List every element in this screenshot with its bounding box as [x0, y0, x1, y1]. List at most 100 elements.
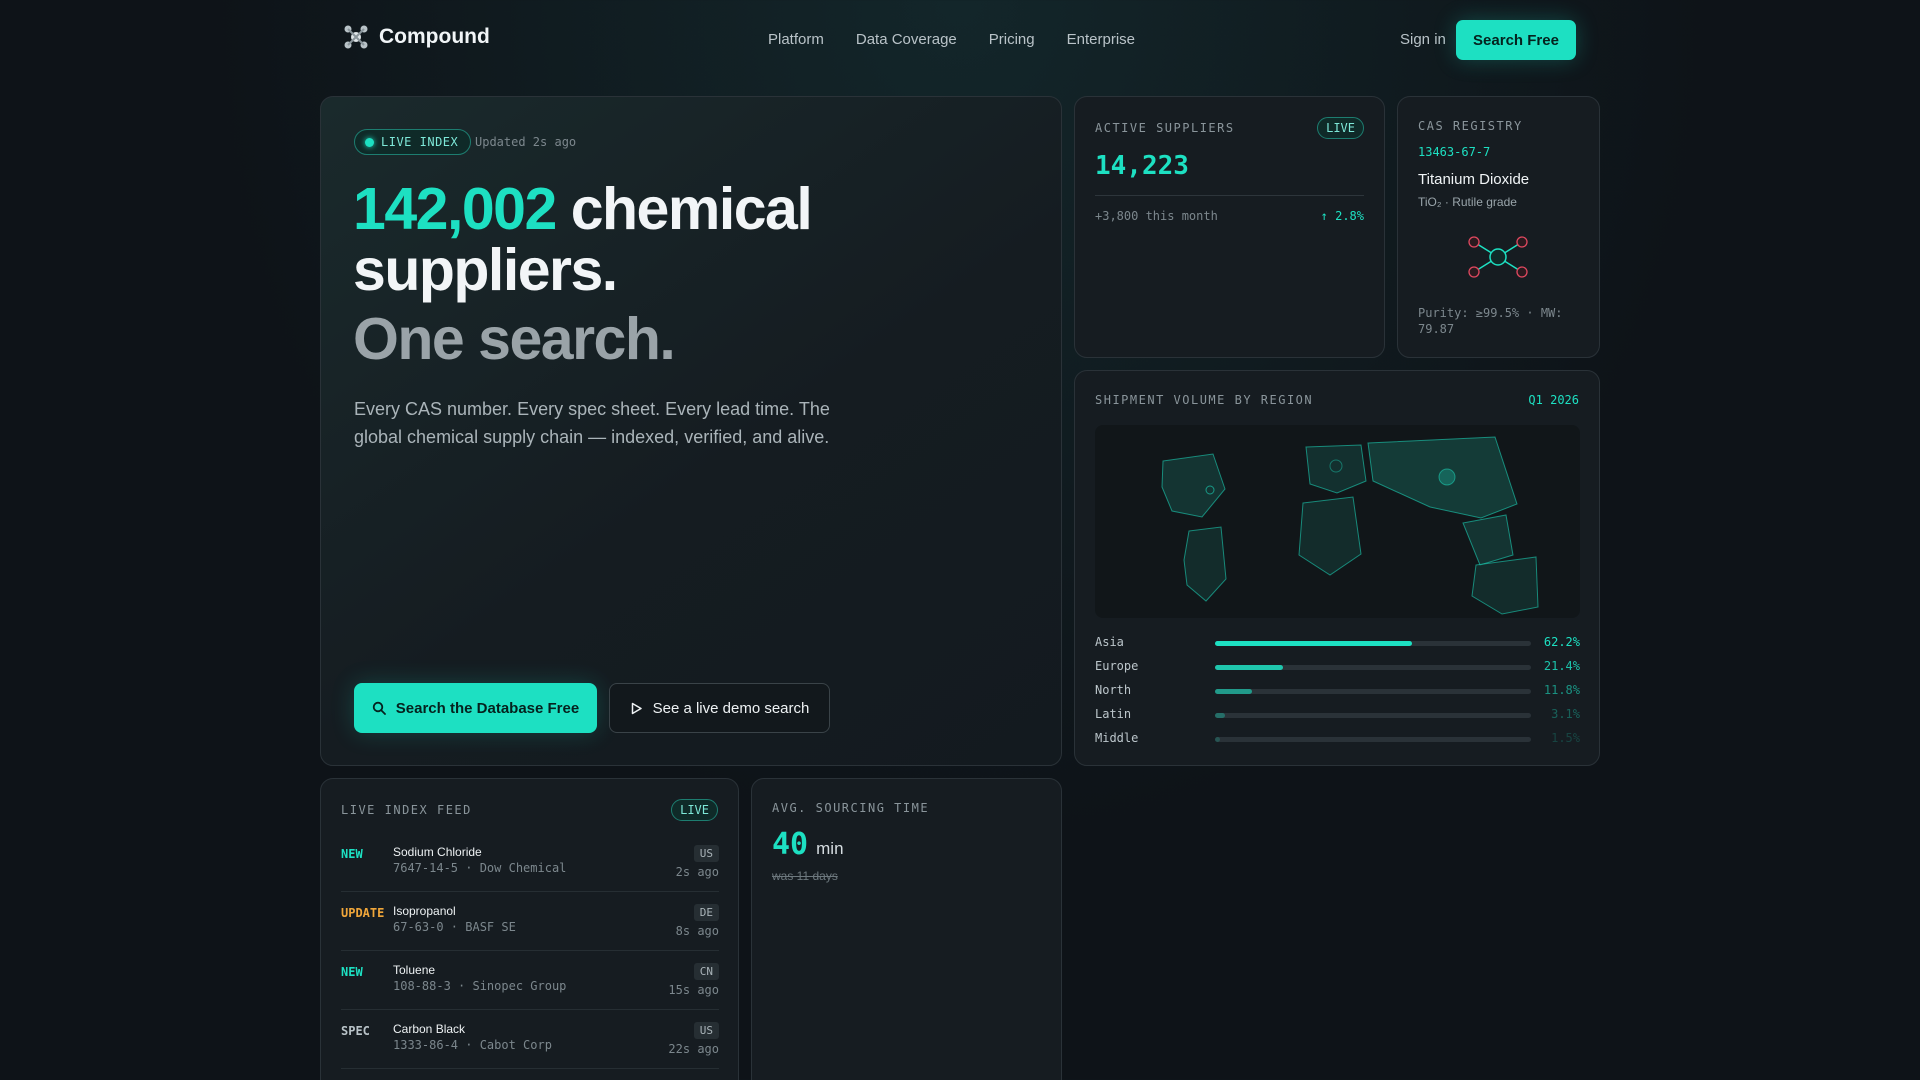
region-name: Asia	[1095, 635, 1124, 649]
region-percent: 1.5%	[1551, 731, 1580, 745]
molecule-logo-icon	[344, 25, 368, 49]
feed-tag: UPDATE	[341, 906, 385, 920]
search-database-label: Search the Database Free	[395, 699, 580, 717]
hero-headline: 142,002 chemical suppliers.	[353, 179, 1033, 301]
feed-time: 22s ago	[668, 1042, 719, 1056]
region-bar-track	[1215, 737, 1531, 742]
region-bar-track	[1215, 689, 1531, 694]
feed-compound-meta: 67-63-0 · BASF SE	[393, 920, 516, 934]
nav-link-platform[interactable]: Platform	[768, 31, 824, 48]
region-bar-fill	[1215, 641, 1412, 646]
search-database-button[interactable]: Search the Database Free	[354, 683, 597, 733]
feed-compound-name: Toluene	[393, 963, 436, 977]
region-row: Middle 1.5%	[1095, 729, 1580, 753]
hero-description: Every CAS number. Every spec sheet. Ever…	[354, 399, 830, 447]
nav-link-enterprise[interactable]: Enterprise	[1067, 31, 1135, 48]
feed-row[interactable]: SPEC Carbon Black 1333-86-4 · Cabot Corp US…	[341, 1010, 719, 1069]
region-percent: 11.8%	[1543, 683, 1580, 697]
molecule-structure-icon	[1468, 236, 1528, 278]
region-bar-track	[1215, 713, 1531, 718]
region-name: Middle	[1095, 731, 1139, 745]
feed-row[interactable]: NEWSulfuric AcidCB	[341, 1069, 719, 1080]
region-percent: 62.2%	[1543, 635, 1580, 649]
region-bar-track	[1215, 641, 1531, 646]
live-badge: LIVE	[1317, 117, 1364, 139]
brand-logo[interactable]: Compound	[343, 24, 490, 50]
hero-subheadline: One search.	[353, 306, 676, 372]
region-row: North 11.8%	[1095, 681, 1580, 705]
avg-sourcing-label: Avg. Sourcing Time	[772, 801, 930, 815]
divider	[1095, 195, 1364, 196]
feed-row[interactable]: NEW Sodium Chloride 7647-14-5 · Dow Chemic…	[341, 833, 719, 892]
sourcing-previous: was 11 days	[772, 869, 838, 883]
feed-time: 8s ago	[675, 924, 719, 938]
live-dot-icon	[365, 137, 374, 147]
hero-card: LIVE INDEX Updated 2s ago 142,002 chemic…	[320, 96, 1062, 766]
avg-sourcing-card: Avg. Sourcing Time 40 min was 11 days	[751, 778, 1062, 1080]
cas-registry-label: CAS Registry	[1418, 119, 1523, 133]
feed-country-badge: US	[693, 845, 719, 862]
live-index-feed-card: Live Index Feed LIVE NEW Sodium Chloride 7…	[320, 778, 739, 1080]
search-free-button[interactable]: Search Free	[1456, 20, 1576, 60]
compound-formula: TiO₂ · Rutile grade	[1418, 195, 1517, 209]
feed-tag: NEW	[341, 965, 363, 979]
live-demo-button[interactable]: See a live demo search	[609, 683, 830, 733]
live-demo-label: See a live demo search	[652, 699, 810, 717]
region-name: Europe	[1095, 659, 1139, 673]
feed-country-badge: DE	[693, 904, 719, 921]
region-row: Asia 62.2%	[1095, 633, 1580, 657]
active-suppliers-label: Active Suppliers	[1095, 121, 1235, 135]
cas-registry-card: CAS Registry 13463-67-7 Titanium Dioxide…	[1397, 96, 1600, 358]
region-row: Europe 21.4%	[1095, 657, 1580, 681]
feed-country-badge: CN	[693, 963, 719, 980]
supplier-count: 142,002	[353, 176, 557, 242]
region-bar-fill	[1215, 713, 1225, 718]
region-bar-fill	[1215, 689, 1253, 694]
shipment-quarter: Q1 2026	[1528, 393, 1579, 407]
feed-compound-name: Sodium Chloride	[393, 845, 482, 859]
world-map-graphic	[1161, 436, 1539, 615]
feed-compound-name: Isopropanol	[393, 904, 456, 918]
sign-in-link[interactable]: Sign in	[1400, 31, 1446, 48]
feed-row[interactable]: UPDATE Isopropanol 67-63-0 · BASF SE DE 8s a…	[341, 892, 719, 951]
suppliers-monthly-growth: +3,800 this month	[1095, 209, 1218, 223]
region-percent: 3.1%	[1551, 707, 1580, 721]
active-suppliers-value: 14,223	[1095, 151, 1189, 181]
region-bar-fill	[1215, 665, 1283, 670]
feed-compound-meta: 1333-86-4 · Cabot Corp	[393, 1038, 552, 1052]
compound-name: Titanium Dioxide	[1418, 171, 1530, 188]
region-bar-track	[1215, 665, 1531, 670]
live-index-pill: LIVE INDEX	[354, 129, 472, 155]
live-feed-label: Live Index Feed	[341, 803, 472, 817]
compound-purity: Purity: ≥99.5% · MW: 79.87	[1418, 306, 1563, 336]
play-icon	[631, 702, 642, 714]
region-name: North	[1095, 683, 1132, 697]
nav-links: Platform Data Coverage Pricing Enterpris…	[768, 31, 1135, 48]
live-index-label: LIVE INDEX	[381, 135, 459, 149]
region-bars: Asia 62.2% Europe 21.4% North 11.8% Latin 3.1% M…	[1095, 633, 1580, 753]
region-bar-fill	[1215, 737, 1220, 742]
region-row: Latin 3.1%	[1095, 705, 1580, 729]
nav-link-pricing[interactable]: Pricing	[989, 31, 1035, 48]
feed-compound-meta: 108-88-3 · Sinopec Group	[393, 979, 567, 993]
feed-tag: SPEC	[341, 1024, 370, 1038]
feed-row[interactable]: NEW Toluene 108-88-3 · Sinopec Group CN 15s …	[341, 951, 719, 1010]
sourcing-unit: min	[816, 839, 844, 858]
search-icon	[372, 701, 386, 715]
world-map	[1095, 425, 1580, 618]
region-percent: 21.4%	[1543, 659, 1580, 673]
updated-timestamp: Updated 2s ago	[475, 135, 577, 149]
nav-link-data-coverage[interactable]: Data Coverage	[856, 31, 957, 48]
sourcing-value: 40 min	[772, 827, 844, 862]
region-name: Latin	[1095, 707, 1132, 721]
feed-time: 2s ago	[675, 865, 719, 879]
feed-tag: NEW	[341, 847, 363, 861]
shipment-volume-card: Shipment Volume by Region Q1 2026 Asia 62…	[1074, 370, 1600, 766]
sourcing-number: 40	[772, 827, 809, 862]
feed-compound-name: Carbon Black	[393, 1022, 466, 1036]
cas-number: 13463-67-7	[1418, 145, 1491, 159]
top-nav: Compound Platform Data Coverage Pricing …	[0, 0, 1920, 80]
feed-compound-meta: 7647-14-5 · Dow Chemical	[393, 861, 567, 875]
feed-list: NEW Sodium Chloride 7647-14-5 · Dow Chemic…	[341, 833, 719, 1080]
feed-time: 15s ago	[668, 983, 719, 997]
